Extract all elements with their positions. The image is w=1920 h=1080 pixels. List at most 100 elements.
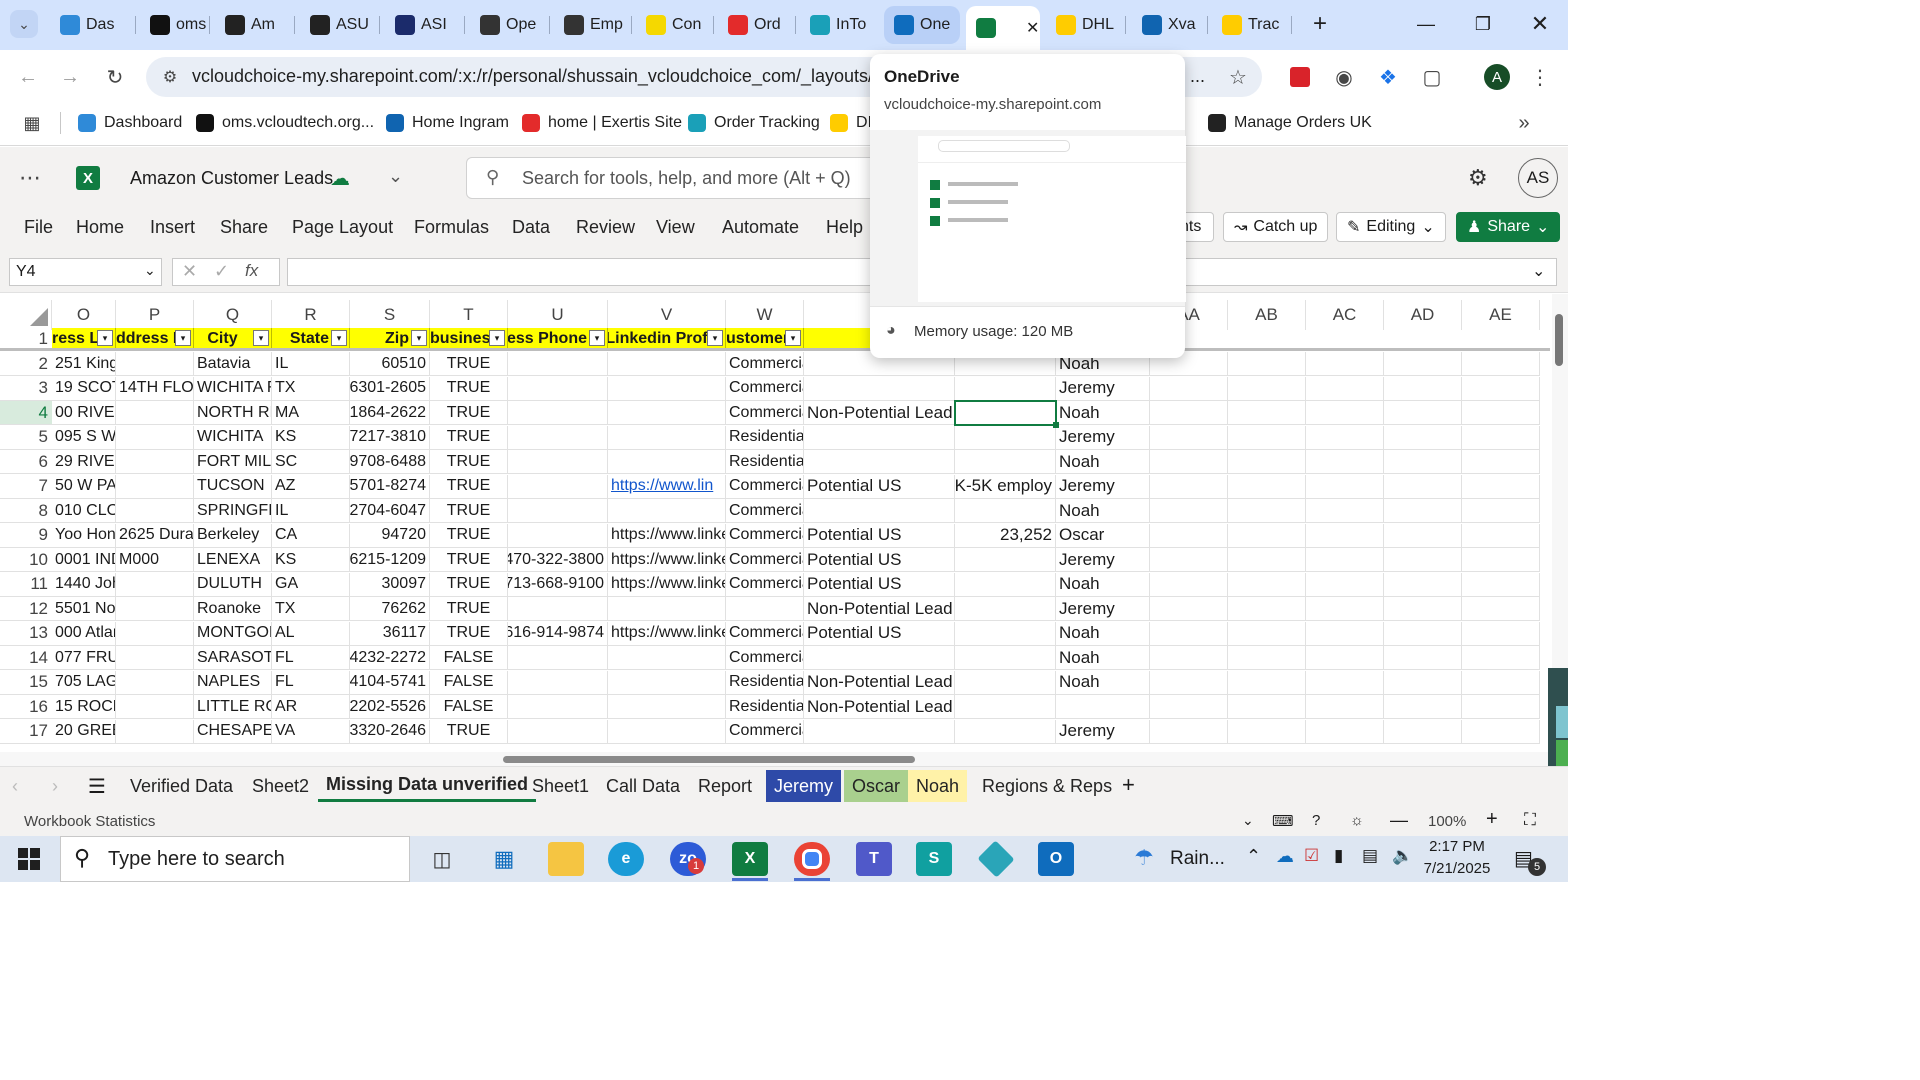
table-cell[interactable]: AZ: [272, 474, 350, 499]
table-cell[interactable]: [116, 670, 194, 695]
tray-chevron-up-icon[interactable]: ⌃: [1246, 846, 1261, 867]
sheet-tab[interactable]: Sheet2: [244, 770, 317, 802]
table-cell[interactable]: 20 GREENBRIER CIR: [52, 719, 116, 744]
browser-tab[interactable]: Emp: [554, 6, 632, 44]
table-cell[interactable]: [1306, 646, 1384, 670]
table-cell[interactable]: SARASOTA: [194, 646, 272, 670]
table-cell[interactable]: Jeremy: [1056, 376, 1150, 401]
table-cell[interactable]: [508, 523, 608, 548]
new-tab-plus-icon[interactable]: +: [1300, 8, 1340, 40]
table-cell[interactable]: https://www.linked: [608, 572, 726, 597]
table-header-cell[interactable]: State ▾: [272, 328, 350, 350]
table-cell[interactable]: [1306, 572, 1384, 597]
table-cell[interactable]: 1K-5K employ: [955, 474, 1056, 499]
table-cell[interactable]: [955, 695, 1056, 719]
table-cell[interactable]: 000 Atlanta Hwy: [52, 621, 116, 646]
user-avatar[interactable]: AS: [1518, 158, 1558, 198]
row-header[interactable]: 9: [0, 524, 52, 548]
status-chevron-icon[interactable]: ⌄: [1242, 812, 1254, 829]
ribbon-tab[interactable]: View: [656, 217, 695, 238]
table-cell[interactable]: Noah: [1056, 621, 1150, 646]
filter-dropdown-icon[interactable]: ▾: [489, 330, 505, 346]
table-cell[interactable]: Residential: [726, 670, 804, 695]
vertical-scroll-thumb[interactable]: [1555, 314, 1563, 366]
table-cell[interactable]: [1384, 401, 1462, 425]
table-cell[interactable]: Noah: [1056, 499, 1150, 523]
browser-tab[interactable]: Ord: [718, 6, 796, 44]
tray-security-icon[interactable]: ☑: [1304, 846, 1319, 866]
column-header[interactable]: P: [116, 300, 194, 330]
column-header[interactable]: AB: [1228, 300, 1306, 330]
table-cell[interactable]: [804, 719, 955, 744]
table-cell[interactable]: [1150, 450, 1228, 474]
browser-tab[interactable]: ASU: [300, 6, 380, 44]
row-header[interactable]: 13: [0, 622, 52, 646]
puzzle-extensions-icon[interactable]: ▢: [1418, 63, 1446, 91]
table-cell[interactable]: FALSE: [430, 695, 508, 719]
table-cell[interactable]: AR: [272, 695, 350, 719]
filter-dropdown-icon[interactable]: ▾: [253, 330, 269, 346]
next-sheet-icon[interactable]: ›: [52, 776, 58, 797]
table-cell[interactable]: 62704-6047: [350, 499, 430, 523]
table-cell[interactable]: TRUE: [430, 548, 508, 572]
table-cell[interactable]: MA: [272, 401, 350, 425]
table-cell[interactable]: 76301-2605: [350, 376, 430, 401]
table-cell[interactable]: [508, 597, 608, 621]
table-cell[interactable]: FALSE: [430, 670, 508, 695]
teams-icon[interactable]: T: [856, 842, 892, 876]
table-cell[interactable]: [1306, 352, 1384, 376]
table-cell[interactable]: [1384, 425, 1462, 450]
table-cell[interactable]: 72202-5526: [350, 695, 430, 719]
restore-icon[interactable]: ❐: [1463, 8, 1503, 40]
ribbon-tab[interactable]: Help: [826, 217, 863, 238]
table-cell[interactable]: 14TH FLOOI: [116, 376, 194, 401]
table-cell[interactable]: Commercial: [726, 376, 804, 401]
confirm-formula-icon[interactable]: ✓: [214, 261, 229, 282]
column-header[interactable]: W: [726, 300, 804, 330]
table-cell[interactable]: [955, 499, 1056, 523]
table-cell[interactable]: Jeremy: [1056, 474, 1150, 499]
cancel-formula-icon[interactable]: ✕: [182, 261, 197, 282]
row-header[interactable]: 11: [0, 573, 52, 597]
column-header[interactable]: S: [350, 300, 430, 330]
row-header[interactable]: 10: [0, 548, 52, 572]
table-cell[interactable]: [1384, 352, 1462, 376]
table-cell[interactable]: [608, 695, 726, 719]
table-cell[interactable]: [1462, 719, 1540, 744]
table-cell[interactable]: 29708-6488: [350, 450, 430, 474]
selected-cell-y4[interactable]: [954, 400, 1057, 426]
browser-tab[interactable]: One: [884, 6, 960, 44]
table-cell[interactable]: 15 ROCK ST APT 101: [52, 695, 116, 719]
fill-handle[interactable]: [1053, 422, 1059, 428]
browser-tab[interactable]: Das: [50, 6, 136, 44]
table-cell[interactable]: [1462, 523, 1540, 548]
row-header[interactable]: 17: [0, 720, 52, 744]
table-cell[interactable]: [1150, 621, 1228, 646]
table-cell[interactable]: [1150, 719, 1228, 744]
table-cell[interactable]: [1462, 621, 1540, 646]
table-cell[interactable]: Commercia: [726, 523, 804, 548]
table-cell[interactable]: [1228, 376, 1306, 401]
row-header[interactable]: 16: [0, 695, 52, 719]
table-cell[interactable]: SC: [272, 450, 350, 474]
sheet-tab[interactable]: Report: [690, 770, 760, 802]
sway-app-icon[interactable]: S: [916, 842, 952, 876]
table-cell[interactable]: Commercia: [726, 548, 804, 572]
file-explorer-icon[interactable]: [548, 842, 584, 876]
sheet-tab[interactable]: Missing Data unverified: [318, 770, 537, 802]
table-cell[interactable]: [726, 597, 804, 621]
autosave-cloud-icon[interactable]: ☁: [330, 166, 350, 191]
table-cell[interactable]: Potential US: [804, 523, 955, 548]
table-cell[interactable]: [804, 646, 955, 670]
table-cell[interactable]: [804, 425, 955, 450]
table-header-cell[interactable]: iness Phone▾: [508, 328, 608, 350]
column-header[interactable]: O: [52, 300, 116, 330]
table-cell[interactable]: [1462, 425, 1540, 450]
table-cell[interactable]: TRUE: [430, 523, 508, 548]
ribbon-tab[interactable]: Review: [576, 217, 635, 238]
table-header-cell[interactable]: City ▾: [194, 328, 272, 350]
table-cell[interactable]: [1228, 425, 1306, 450]
table-cell[interactable]: TRUE: [430, 719, 508, 744]
pdf-extension-icon[interactable]: [1290, 67, 1310, 87]
table-cell[interactable]: [1306, 695, 1384, 719]
